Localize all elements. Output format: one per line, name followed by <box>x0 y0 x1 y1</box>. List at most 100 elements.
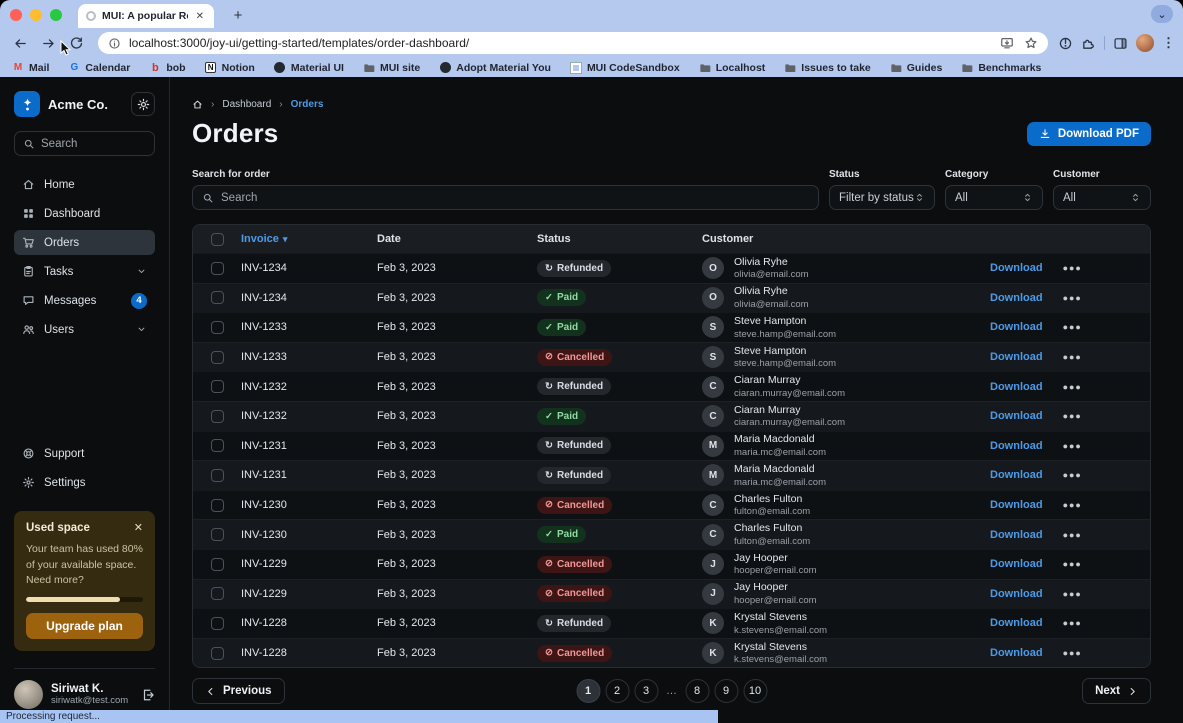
tab-close-icon[interactable]: ✕ <box>194 11 206 22</box>
acme-logo-icon[interactable] <box>14 91 40 117</box>
download-link[interactable]: Download <box>990 321 1043 333</box>
bookmark-item[interactable]: Issues to take <box>784 62 870 74</box>
bookmark-star-icon[interactable] <box>1024 36 1038 50</box>
row-menu-icon[interactable]: ●●● <box>1063 382 1082 392</box>
home-icon[interactable] <box>192 99 203 110</box>
logout-icon[interactable] <box>141 688 155 702</box>
breadcrumb-dashboard[interactable]: Dashboard <box>222 99 271 110</box>
row-menu-icon[interactable]: ●●● <box>1063 293 1082 303</box>
bookmark-item[interactable]: Guides <box>890 62 943 74</box>
status-filter-select[interactable]: Filter by status <box>829 185 935 210</box>
row-checkbox[interactable] <box>211 469 224 482</box>
new-tab-button[interactable]: + <box>228 5 248 25</box>
extensions-puzzle-icon[interactable] <box>1081 36 1096 51</box>
sidebar-nav-item[interactable]: Settings <box>14 470 155 495</box>
download-link[interactable]: Download <box>990 440 1043 452</box>
sidebar-search[interactable] <box>14 131 155 156</box>
sidebar-search-input[interactable] <box>41 138 146 150</box>
site-info-icon[interactable] <box>108 37 121 50</box>
row-menu-icon[interactable]: ●●● <box>1063 263 1082 273</box>
row-checkbox[interactable] <box>211 410 224 423</box>
order-search-input[interactable] <box>221 192 809 204</box>
maximize-window-button[interactable] <box>50 9 62 21</box>
download-link[interactable]: Download <box>990 617 1043 629</box>
side-panel-icon[interactable] <box>1113 36 1128 51</box>
row-menu-icon[interactable]: ●●● <box>1063 648 1082 658</box>
back-button[interactable] <box>8 31 32 55</box>
download-link[interactable]: Download <box>990 262 1043 274</box>
bookmark-item[interactable]: MUI site <box>363 62 420 74</box>
page-button[interactable]: 3 <box>634 679 658 703</box>
page-button[interactable]: … <box>663 679 680 703</box>
category-filter-select[interactable]: All <box>945 185 1043 210</box>
row-menu-icon[interactable]: ●●● <box>1063 322 1082 332</box>
bookmark-item[interactable]: N Notion <box>205 62 255 74</box>
browser-tab[interactable]: MUI: A popular React UI fram ✕ <box>78 4 214 28</box>
download-link[interactable]: Download <box>990 410 1043 422</box>
download-link[interactable]: Download <box>990 647 1043 659</box>
sidebar-nav-item[interactable]: Users <box>14 317 155 342</box>
page-button[interactable]: 2 <box>605 679 629 703</box>
order-search[interactable] <box>192 185 819 210</box>
download-link[interactable]: Download <box>990 588 1043 600</box>
bookmark-item[interactable]: Benchmarks <box>961 62 1041 74</box>
download-link[interactable]: Download <box>990 381 1043 393</box>
sidebar-nav-item[interactable]: Tasks <box>14 259 155 284</box>
forward-button[interactable] <box>36 31 60 55</box>
download-link[interactable]: Download <box>990 469 1043 481</box>
close-icon[interactable]: ✕ <box>134 521 143 534</box>
download-link[interactable]: Download <box>990 499 1043 511</box>
row-checkbox[interactable] <box>211 647 224 660</box>
bookmark-item[interactable]: M Mail <box>12 62 49 74</box>
row-menu-icon[interactable]: ●●● <box>1063 500 1082 510</box>
customer-filter-select[interactable]: All <box>1053 185 1151 210</box>
row-menu-icon[interactable]: ●●● <box>1063 470 1082 480</box>
row-checkbox[interactable] <box>211 291 224 304</box>
row-checkbox[interactable] <box>211 380 224 393</box>
select-all-checkbox[interactable] <box>211 233 224 246</box>
row-checkbox[interactable] <box>211 617 224 630</box>
sidebar-nav-item[interactable]: Home <box>14 172 155 197</box>
row-checkbox[interactable] <box>211 351 224 364</box>
bookmark-item[interactable]: Material UI <box>274 62 344 74</box>
extension-a-icon[interactable] <box>1058 36 1073 51</box>
chrome-profile-chevron-icon[interactable]: ⌄ <box>1151 5 1173 23</box>
download-link[interactable]: Download <box>990 292 1043 304</box>
row-checkbox[interactable] <box>211 321 224 334</box>
sidebar-nav-item[interactable]: Support <box>14 441 155 466</box>
sidebar-nav-item[interactable]: Orders <box>14 230 155 255</box>
page-button[interactable]: 10 <box>743 679 767 703</box>
page-button[interactable]: 8 <box>685 679 709 703</box>
row-menu-icon[interactable]: ●●● <box>1063 352 1082 362</box>
bookmark-item[interactable]: b bob <box>149 62 185 74</box>
row-menu-icon[interactable]: ●●● <box>1063 411 1082 421</box>
row-menu-icon[interactable]: ●●● <box>1063 559 1082 569</box>
row-menu-icon[interactable]: ●●● <box>1063 589 1082 599</box>
minimize-window-button[interactable] <box>30 9 42 21</box>
page-button[interactable]: 1 <box>576 679 600 703</box>
invoice-sort-header[interactable]: Invoice ▾ <box>241 233 377 245</box>
chrome-profile-avatar[interactable] <box>1136 34 1154 52</box>
upgrade-plan-button[interactable]: Upgrade plan <box>26 613 143 639</box>
row-checkbox[interactable] <box>211 439 224 452</box>
previous-page-button[interactable]: Previous <box>192 678 285 704</box>
download-link[interactable]: Download <box>990 529 1043 541</box>
url-text[interactable]: localhost:3000/joy-ui/getting-started/te… <box>129 36 992 50</box>
sidebar-nav-item[interactable]: Messages 4 <box>14 288 155 313</box>
page-button[interactable]: 9 <box>714 679 738 703</box>
bookmark-item[interactable]: G Calendar <box>68 62 130 74</box>
color-scheme-toggle[interactable] <box>131 92 155 116</box>
row-menu-icon[interactable]: ●●● <box>1063 530 1082 540</box>
row-checkbox[interactable] <box>211 262 224 275</box>
next-page-button[interactable]: Next <box>1082 678 1151 704</box>
sidebar-nav-item[interactable]: Dashboard <box>14 201 155 226</box>
address-bar[interactable]: localhost:3000/joy-ui/getting-started/te… <box>98 32 1048 54</box>
row-checkbox[interactable] <box>211 558 224 571</box>
row-checkbox[interactable] <box>211 587 224 600</box>
bookmark-item[interactable]: Adopt Material You <box>439 62 551 74</box>
bookmark-item[interactable]: MUI CodeSandbox <box>570 62 680 74</box>
download-pdf-button[interactable]: Download PDF <box>1027 122 1151 146</box>
close-window-button[interactable] <box>10 9 22 21</box>
bookmark-item[interactable]: Localhost <box>699 62 766 74</box>
chrome-menu-icon[interactable]: ⋮ <box>1162 35 1175 51</box>
